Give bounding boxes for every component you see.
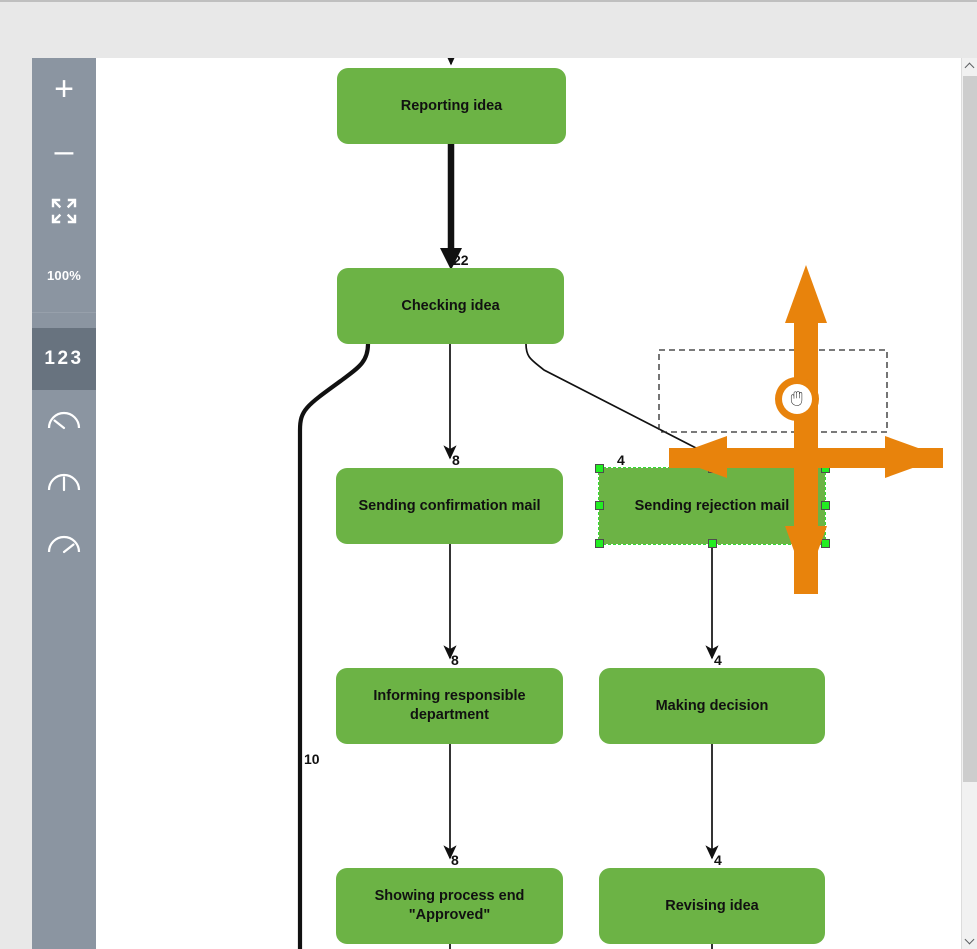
selection-handle-bottom-right[interactable] xyxy=(821,539,830,548)
selection-handle-top-left[interactable] xyxy=(595,464,604,473)
edge-label-informing-end: 8 xyxy=(451,852,459,868)
node-label: Showing process end "Approved" xyxy=(374,888,525,923)
application-window: + – 100% 123 Reporting idea Checking ide… xyxy=(0,0,977,949)
expand-arrows-icon xyxy=(51,198,77,229)
node-label: Revising idea xyxy=(665,897,759,914)
gauge-low-icon xyxy=(47,407,81,436)
fit-to-screen-button[interactable] xyxy=(32,182,96,244)
node-showing-process-end[interactable]: Showing process end "Approved" xyxy=(336,868,563,944)
gauge-high-button[interactable] xyxy=(32,514,96,576)
diagram-editor: + – 100% 123 Reporting idea Checking ide… xyxy=(32,58,977,949)
node-revising-idea[interactable]: Revising idea xyxy=(599,868,825,944)
selection-handle-top-right[interactable] xyxy=(821,464,830,473)
node-label: Reporting idea xyxy=(400,97,503,114)
node-label: Sending rejection mail xyxy=(634,497,790,514)
numbers-toggle-label: 123 xyxy=(44,348,84,369)
scroll-down-button[interactable] xyxy=(962,932,977,949)
gauge-low-button[interactable] xyxy=(32,390,96,452)
node-label: Making decision xyxy=(655,697,769,714)
chevron-down-icon xyxy=(965,936,974,945)
scrollbar-thumb[interactable] xyxy=(963,76,977,782)
diagram-canvas[interactable]: Reporting idea Checking idea Sending con… xyxy=(96,58,977,949)
node-sending-confirmation-mail[interactable]: Sending confirmation mail xyxy=(336,468,563,544)
selection-handle-middle-right[interactable] xyxy=(821,501,830,510)
edge-label-rejection-decision: 4 xyxy=(714,652,722,668)
numbers-toggle-button[interactable]: 123 xyxy=(32,328,96,390)
plus-icon: + xyxy=(54,70,74,108)
zoom-in-button[interactable]: + xyxy=(32,58,96,120)
node-label: Checking idea xyxy=(401,297,500,314)
node-informing-responsible-department[interactable]: Informing responsible department xyxy=(336,668,563,744)
gauge-mid-icon xyxy=(47,469,81,498)
zoom-level-button[interactable]: 100% xyxy=(32,244,96,306)
scroll-up-button[interactable] xyxy=(962,58,977,75)
minus-icon: – xyxy=(54,132,74,170)
node-sending-rejection-mail[interactable]: Sending rejection mail xyxy=(598,467,826,545)
edge-label-checking-rejection: 4 xyxy=(617,452,625,468)
vertical-scrollbar[interactable] xyxy=(961,58,977,949)
node-label: Informing responsible department xyxy=(373,688,526,723)
node-making-decision[interactable]: Making decision xyxy=(599,668,825,744)
edge-label-confirmation-informing: 8 xyxy=(451,652,459,668)
zoom-level-label: 100% xyxy=(46,267,82,283)
edge-label-checking-confirmation: 8 xyxy=(452,452,460,468)
view-toolbar: + – 100% 123 xyxy=(32,58,96,949)
toolbar-divider xyxy=(32,312,96,313)
node-label: Sending confirmation mail xyxy=(358,497,541,514)
node-checking-idea[interactable]: Checking idea xyxy=(337,268,564,344)
selection-handle-middle-left[interactable] xyxy=(595,501,604,510)
selection-handle-bottom-left[interactable] xyxy=(595,539,604,548)
zoom-out-button[interactable]: – xyxy=(32,120,96,182)
node-reporting-idea[interactable]: Reporting idea xyxy=(337,68,566,144)
gauge-mid-button[interactable] xyxy=(32,452,96,514)
selection-handle-bottom-center[interactable] xyxy=(708,539,717,548)
gauge-high-icon xyxy=(47,531,81,560)
edge-label-22: 22 xyxy=(453,252,469,268)
edge-label-10: 10 xyxy=(304,751,320,767)
selection-handle-top-center[interactable] xyxy=(708,464,717,473)
edge-label-decision-revising: 4 xyxy=(714,852,722,868)
window-top-rule xyxy=(0,0,977,2)
chevron-up-icon xyxy=(965,62,974,71)
